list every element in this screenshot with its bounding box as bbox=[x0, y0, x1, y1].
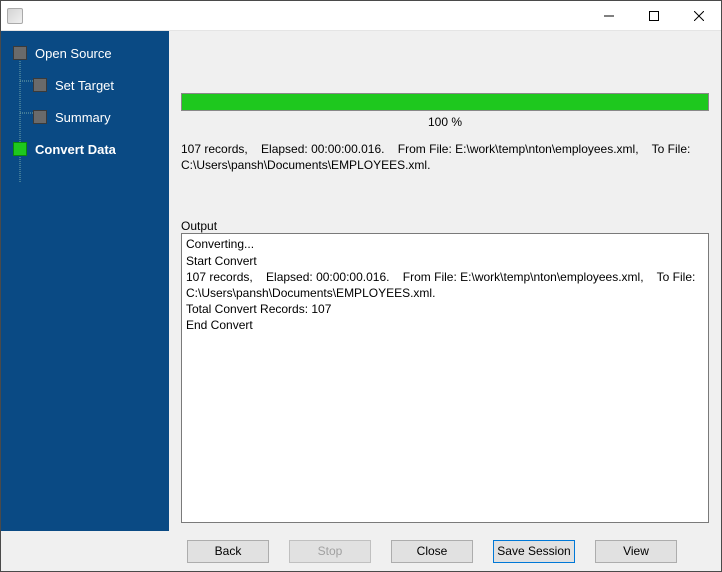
minimize-button[interactable] bbox=[586, 1, 631, 30]
close-button[interactable]: Close bbox=[391, 540, 473, 563]
main-panel: 100 % 107 records, Elapsed: 00:00:00.016… bbox=[169, 31, 721, 531]
sidebar-item-label: Open Source bbox=[35, 46, 112, 61]
status-text: 107 records, Elapsed: 00:00:00.016. From… bbox=[181, 141, 709, 173]
output-text: Converting... Start Convert 107 records,… bbox=[186, 237, 699, 332]
sidebar-item-label: Set Target bbox=[55, 78, 114, 93]
progress-bar bbox=[181, 93, 709, 111]
output-textbox[interactable]: Converting... Start Convert 107 records,… bbox=[181, 233, 709, 523]
back-button[interactable]: Back bbox=[187, 540, 269, 563]
sidebar-item-convert-data[interactable]: Convert Data bbox=[1, 135, 169, 163]
save-session-button[interactable]: Save Session bbox=[493, 540, 575, 563]
sidebar-item-open-source[interactable]: Open Source bbox=[1, 39, 169, 67]
window-controls bbox=[586, 1, 721, 30]
content: Open Source Set Target Summary Convert D… bbox=[1, 31, 721, 531]
maximize-button[interactable] bbox=[631, 1, 676, 30]
sidebar: Open Source Set Target Summary Convert D… bbox=[1, 31, 169, 531]
stop-button: Stop bbox=[289, 540, 371, 563]
app-icon bbox=[7, 8, 23, 24]
step-box-icon bbox=[13, 46, 27, 60]
step-box-icon bbox=[13, 142, 27, 156]
progress-percent: 100 % bbox=[181, 115, 709, 129]
output-label: Output bbox=[181, 219, 709, 233]
sidebar-item-label: Convert Data bbox=[35, 142, 116, 157]
step-box-icon bbox=[33, 78, 47, 92]
titlebar bbox=[1, 1, 721, 31]
step-box-icon bbox=[33, 110, 47, 124]
sidebar-item-label: Summary bbox=[55, 110, 111, 125]
titlebar-left bbox=[1, 8, 23, 24]
view-button[interactable]: View bbox=[595, 540, 677, 563]
sidebar-item-set-target[interactable]: Set Target bbox=[1, 71, 169, 99]
progress-section: 100 % bbox=[181, 93, 709, 129]
sidebar-item-summary[interactable]: Summary bbox=[1, 103, 169, 131]
button-bar: Back Stop Close Save Session View bbox=[1, 531, 721, 571]
close-window-button[interactable] bbox=[676, 1, 721, 30]
